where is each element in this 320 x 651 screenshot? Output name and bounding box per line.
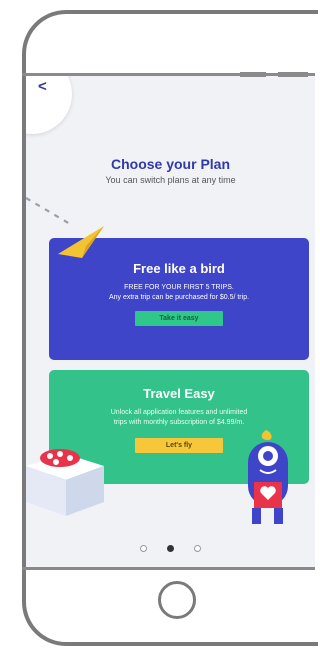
page-title: Choose your Plan	[110, 156, 231, 172]
plan-card-line: FREE FOR YOUR FIRST 5 TRIPS.	[124, 284, 234, 291]
page-dot[interactable]	[139, 545, 147, 552]
screen-top-dash	[278, 72, 308, 77]
screen-top-border	[22, 73, 315, 76]
gift-box-illustration	[26, 449, 104, 516]
page-indicator	[26, 539, 315, 557]
page-subtitle: You can switch plans at any time	[105, 175, 236, 185]
plan-card-line: Any extra trip can be purchased for $0.5…	[108, 294, 250, 301]
page-dot-active[interactable]	[167, 545, 174, 552]
paper-plane-icon	[58, 226, 104, 258]
plan-card-title: Travel Easy	[143, 386, 215, 401]
back-button[interactable]: <	[26, 76, 72, 134]
home-button[interactable]	[158, 581, 196, 619]
page-dot[interactable]	[194, 545, 202, 552]
app-screen: < Choose your Plan You can switch plans …	[26, 76, 315, 567]
screen-top-dash	[240, 72, 266, 77]
plan-card-line: Unlock all application features and unli…	[110, 409, 248, 416]
take-it-easy-button[interactable]: Take it easy	[135, 311, 223, 326]
chevron-left-icon: <	[38, 78, 47, 95]
screen-bottom-border	[22, 567, 315, 570]
mascot-character-illustration	[248, 430, 288, 524]
lets-fly-button[interactable]: Let's fly	[135, 438, 223, 453]
